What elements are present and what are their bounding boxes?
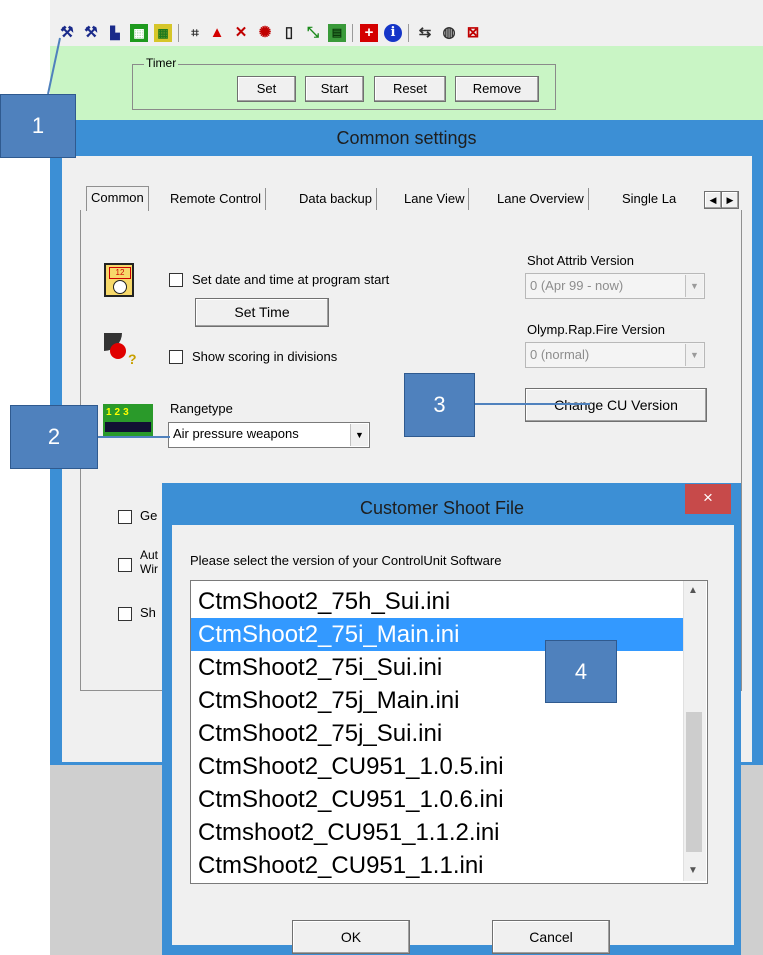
- callout-1: 1: [0, 94, 76, 158]
- callout-3: 3: [404, 373, 475, 437]
- callout-4: 4: [545, 640, 617, 703]
- callout-lines: [47, 37, 590, 438]
- callout-line-1: [47, 37, 61, 95]
- callout-2: 2: [10, 405, 98, 469]
